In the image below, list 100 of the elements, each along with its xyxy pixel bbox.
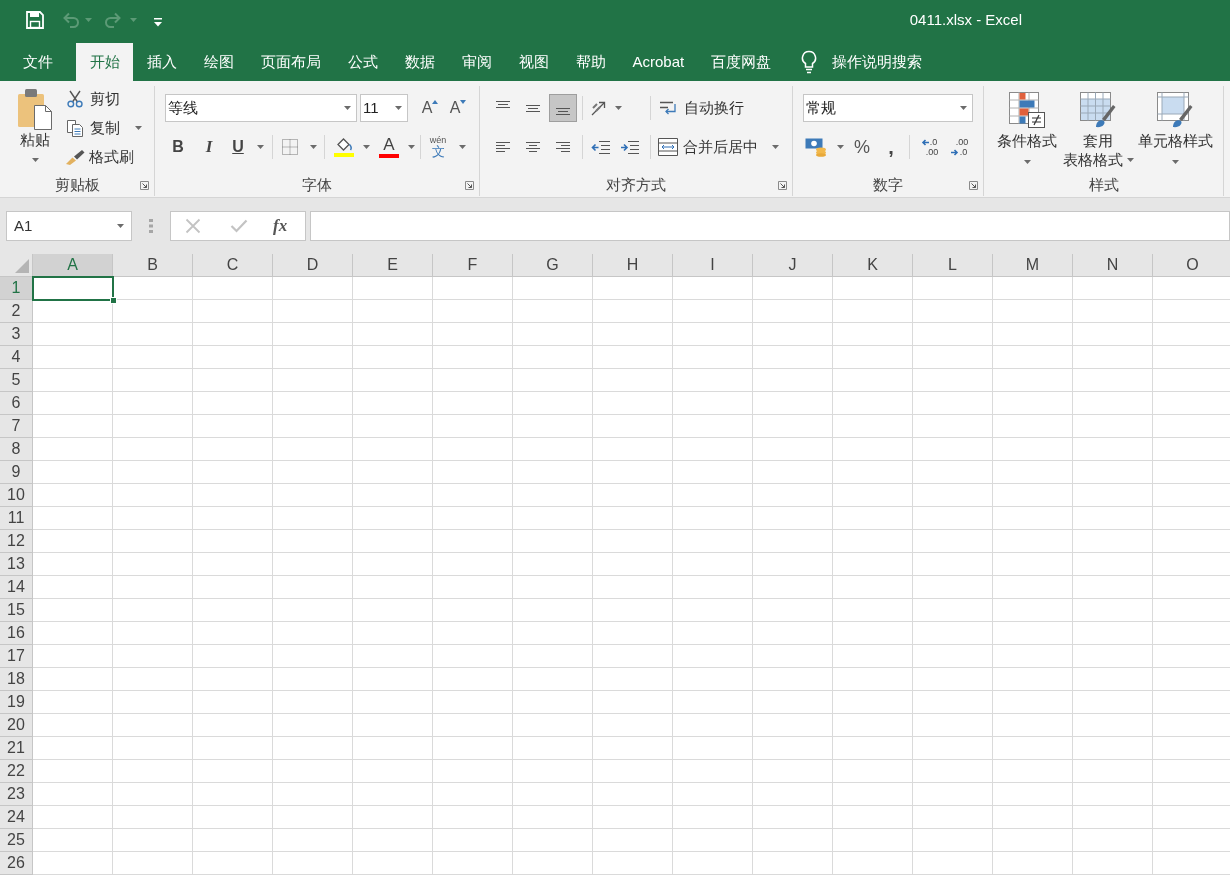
- font-name-field[interactable]: 等线: [165, 94, 357, 122]
- row-header[interactable]: 24: [0, 806, 33, 829]
- row-header[interactable]: 13: [0, 553, 33, 576]
- ribbon-tab[interactable]: 插入: [133, 43, 190, 81]
- row-header[interactable]: 26: [0, 852, 33, 875]
- paste-button[interactable]: 粘贴: [12, 86, 58, 174]
- row-header[interactable]: 14: [0, 576, 33, 599]
- row-header[interactable]: 4: [0, 346, 33, 369]
- column-header[interactable]: B: [113, 254, 193, 277]
- row-header[interactable]: 10: [0, 484, 33, 507]
- font-size-field[interactable]: 11: [360, 94, 408, 122]
- column-header[interactable]: I: [673, 254, 753, 277]
- comma-style-button[interactable]: ,: [878, 133, 904, 161]
- ribbon-tab[interactable]: 审阅: [448, 43, 505, 81]
- phonetic-button[interactable]: wén 文: [426, 133, 470, 161]
- column-header[interactable]: K: [833, 254, 913, 277]
- column-header[interactable]: G: [513, 254, 593, 277]
- dotted-grid-icon: [282, 139, 298, 155]
- selected-cell[interactable]: [32, 276, 114, 301]
- row-header[interactable]: 6: [0, 392, 33, 415]
- ribbon-tab[interactable]: Acrobat: [619, 43, 698, 81]
- cell-style-button[interactable]: 单元格样式: [1135, 86, 1215, 174]
- caret-icon: [135, 125, 142, 130]
- corner-arrow-icon[interactable]: [778, 181, 787, 190]
- row-header[interactable]: 25: [0, 829, 33, 852]
- column-header[interactable]: H: [593, 254, 673, 277]
- row-header[interactable]: 21: [0, 737, 33, 760]
- merge-center-button[interactable]: 合并后居中: [656, 133, 783, 161]
- center-align-icon: [526, 142, 540, 152]
- column-header[interactable]: J: [753, 254, 833, 277]
- row-header[interactable]: 23: [0, 783, 33, 806]
- row-header[interactable]: 11: [0, 507, 33, 530]
- decrease-decimal-button[interactable]: .00 .0: [945, 133, 973, 161]
- percent-button[interactable]: %: [849, 133, 875, 161]
- vertical-dots-icon[interactable]: [149, 219, 153, 233]
- ribbon-tab[interactable]: 百度网盘: [697, 43, 785, 81]
- table-style-button[interactable]: 套用 表格格式: [1061, 86, 1135, 174]
- double-arrow-box-icon: [658, 138, 678, 156]
- row-header[interactable]: 5: [0, 369, 33, 392]
- name-box[interactable]: A1: [6, 211, 132, 241]
- copy-button[interactable]: 复制: [64, 113, 144, 142]
- return-arrow-icon: [659, 99, 679, 117]
- column-header[interactable]: A: [33, 254, 113, 277]
- ribbon-tab[interactable]: 公式: [334, 43, 391, 81]
- ribbon-tab[interactable]: 文件: [9, 43, 66, 81]
- number-format-field[interactable]: 常规: [803, 94, 973, 122]
- column-header[interactable]: D: [273, 254, 353, 277]
- tell-me-search[interactable]: 操作说明搜索: [800, 43, 922, 81]
- save-icon[interactable]: [26, 11, 44, 29]
- ribbon-tab[interactable]: 数据: [391, 43, 448, 81]
- row-header[interactable]: 15: [0, 599, 33, 622]
- row-header[interactable]: 3: [0, 323, 33, 346]
- row-header[interactable]: 17: [0, 645, 33, 668]
- shrink-font-button[interactable]: A: [444, 94, 472, 122]
- grow-font-button[interactable]: A: [416, 94, 444, 122]
- column-header[interactable]: O: [1153, 254, 1230, 277]
- ribbon-tab[interactable]: 帮助: [562, 43, 619, 81]
- row-header[interactable]: 19: [0, 691, 33, 714]
- column-header[interactable]: L: [913, 254, 993, 277]
- column-header[interactable]: F: [433, 254, 513, 277]
- row-header[interactable]: 22: [0, 760, 33, 783]
- row-header[interactable]: 16: [0, 622, 33, 645]
- formula-input[interactable]: [310, 211, 1230, 241]
- ribbon-tab[interactable]: 绘图: [190, 43, 247, 81]
- bottom-align-button[interactable]: [549, 94, 577, 122]
- fill-handle[interactable]: [110, 297, 117, 304]
- bar-triangle-icon[interactable]: [154, 17, 162, 27]
- caret-icon: [344, 106, 351, 110]
- corner-arrow-icon[interactable]: [140, 181, 149, 190]
- row-header[interactable]: 7: [0, 415, 33, 438]
- bold-button[interactable]: B: [165, 133, 191, 161]
- column-header[interactable]: C: [193, 254, 273, 277]
- row-header[interactable]: 1: [0, 277, 33, 300]
- caret-icon: [1126, 157, 1134, 162]
- row-header[interactable]: 8: [0, 438, 33, 461]
- row-header[interactable]: 9: [0, 461, 33, 484]
- column-header[interactable]: M: [993, 254, 1073, 277]
- wrap-text-button[interactable]: 自动换行: [656, 94, 748, 122]
- increase-decimal-button[interactable]: .0 .00: [915, 133, 943, 161]
- underline-button[interactable]: U: [225, 133, 269, 161]
- row-header[interactable]: 2: [0, 300, 33, 323]
- column-header[interactable]: E: [353, 254, 433, 277]
- conditional-style-button[interactable]: 条件格式: [993, 86, 1061, 174]
- insert-function-button[interactable]: fx: [273, 216, 288, 236]
- row-header[interactable]: 20: [0, 714, 33, 737]
- corner-arrow-icon[interactable]: [969, 181, 978, 190]
- cell-grid[interactable]: [33, 277, 1230, 875]
- ribbon-tab[interactable]: 开始: [76, 43, 133, 81]
- ribbon-tab[interactable]: 页面布局: [247, 43, 334, 81]
- column-header[interactable]: N: [1073, 254, 1153, 277]
- caret-icon: [363, 145, 370, 149]
- font-color-button[interactable]: A: [375, 133, 419, 161]
- down-triangle-icon: [460, 100, 467, 104]
- row-header[interactable]: 18: [0, 668, 33, 691]
- corner-arrow-icon[interactable]: [465, 181, 474, 190]
- format-painter-button[interactable]: 格式刷: [64, 142, 144, 171]
- cut-button[interactable]: 剪切: [64, 84, 144, 113]
- italic-button[interactable]: I: [196, 133, 222, 161]
- ribbon-tab[interactable]: 视图: [505, 43, 562, 81]
- row-header[interactable]: 12: [0, 530, 33, 553]
